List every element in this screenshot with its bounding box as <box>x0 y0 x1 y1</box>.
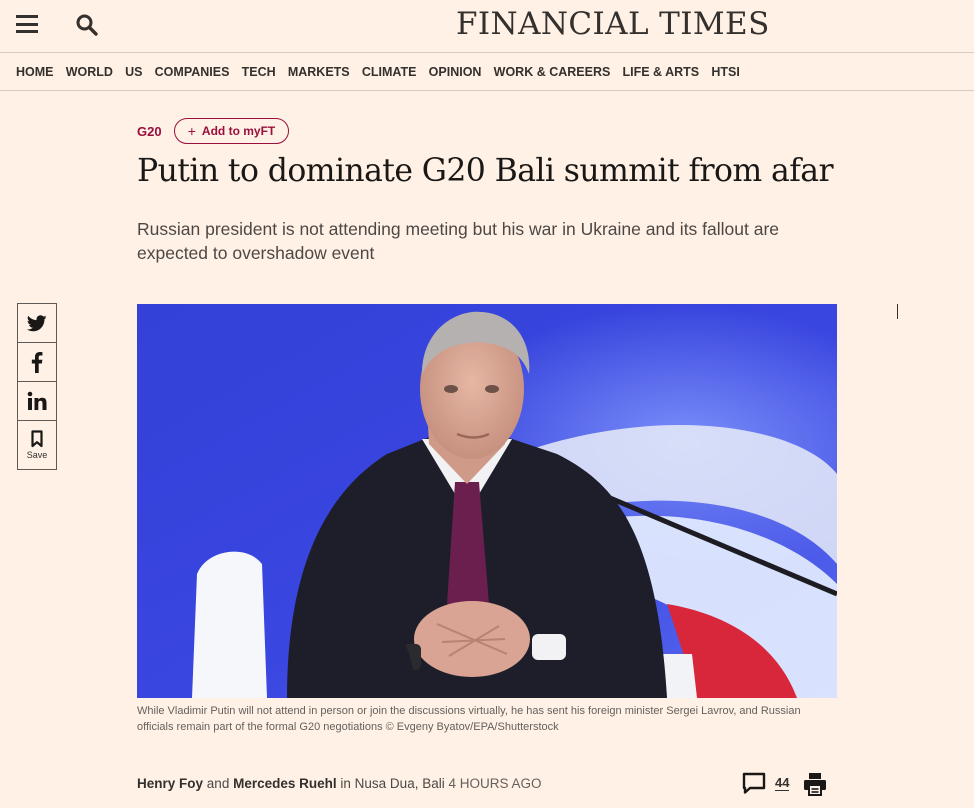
nav-item-world[interactable]: WORLD <box>66 54 113 91</box>
image-caption: While Vladimir Putin will not attend in … <box>137 705 801 733</box>
plus-icon: + <box>187 123 196 139</box>
comments-count: 44 <box>775 774 790 791</box>
byline-location: in Nusa Dua, Bali <box>340 776 445 791</box>
nav-item-climate[interactable]: CLIMATE <box>362 54 417 91</box>
hamburger-menu-icon[interactable] <box>16 15 38 35</box>
byline-and: and <box>206 776 230 791</box>
nav-item-us[interactable]: US <box>125 54 142 91</box>
nav-item-opinion[interactable]: OPINION <box>429 54 482 91</box>
facebook-icon <box>31 351 43 373</box>
add-to-myft-button[interactable]: + Add to myFT <box>174 118 289 144</box>
bookmark-icon <box>31 430 43 448</box>
nav-item-htsi[interactable]: HTSI <box>711 54 739 91</box>
search-icon[interactable] <box>75 13 99 37</box>
topic-tag[interactable]: G20 <box>137 124 162 139</box>
top-bar: FINANCIAL TIMES <box>0 0 974 53</box>
twitter-icon <box>27 314 47 331</box>
nav-item-tech[interactable]: TECH <box>242 54 276 91</box>
linkedin-icon <box>27 391 47 410</box>
text-cursor <box>897 304 898 319</box>
byline: Henry Foy and Mercedes Ruehl in Nusa Dua… <box>137 776 542 791</box>
main-nav: HOME WORLD US COMPANIES TECH MARKETS CLIMATE OP… <box>0 54 974 91</box>
save-label: Save <box>26 450 48 460</box>
author-link[interactable]: Henry Foy <box>137 776 203 791</box>
save-article-button[interactable]: Save <box>17 420 57 470</box>
nav-item-work-careers[interactable]: WORK & CAREERS <box>494 54 611 91</box>
nav-item-life-arts[interactable]: LIFE & ARTS <box>623 54 700 91</box>
comment-icon <box>742 772 766 794</box>
nav-item-companies[interactable]: COMPANIES <box>155 54 230 91</box>
headline: Putin to dominate G20 Bali summit from a… <box>137 153 834 189</box>
share-facebook-button[interactable] <box>17 342 57 382</box>
share-linkedin-button[interactable] <box>17 381 57 421</box>
share-rail: Save <box>17 303 57 470</box>
standfirst: Russian president is not attending meeti… <box>137 219 780 263</box>
putin-photo <box>137 304 837 698</box>
add-to-myft-label: Add to myFT <box>201 124 276 138</box>
comments-link[interactable]: 44 <box>742 772 790 794</box>
print-button[interactable] <box>803 772 827 800</box>
share-twitter-button[interactable] <box>17 303 57 343</box>
nav-item-markets[interactable]: MARKETS <box>288 54 350 91</box>
author-link[interactable]: Mercedes Ruehl <box>233 776 337 791</box>
nav-item-home[interactable]: HOME <box>16 54 54 91</box>
publish-time: 4 hours ago <box>448 776 542 791</box>
hero-image <box>137 304 837 698</box>
print-icon <box>804 773 826 796</box>
ft-logo[interactable]: FINANCIAL TIMES <box>456 6 770 42</box>
